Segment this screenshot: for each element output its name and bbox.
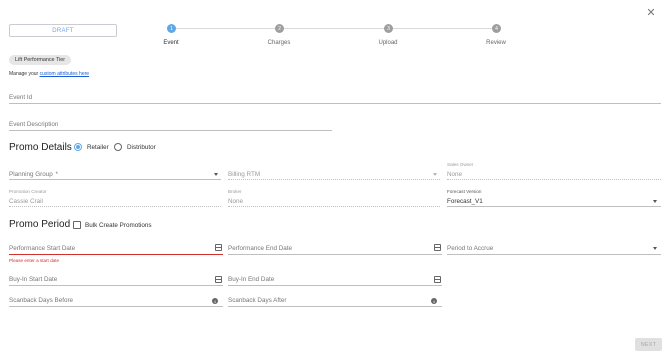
custom-attributes-link[interactable]: custom attributes here — [40, 71, 89, 77]
sales-owner-value: None — [447, 171, 463, 178]
step-1-indicator[interactable]: 1 — [167, 24, 176, 33]
period-to-accrue-select[interactable] — [447, 254, 661, 255]
forecast-version-value[interactable]: Forecast_V1 — [447, 198, 483, 205]
scanback-days-after-input[interactable] — [228, 306, 442, 307]
stepper-connector — [175, 28, 275, 29]
distributor-radio-label[interactable]: Distributor — [127, 144, 156, 151]
billing-rtm-dropdown-icon — [433, 173, 437, 176]
scanback-days-before-label: Scanback Days Before — [9, 297, 74, 304]
event-description-input[interactable] — [9, 130, 332, 131]
promo-details-title: Promo Details — [9, 142, 72, 153]
buy-in-end-date-input[interactable] — [228, 285, 442, 286]
promotion-creator-value: Cassie Crail — [9, 198, 43, 205]
planning-group-select[interactable] — [9, 179, 221, 180]
performance-start-date-error: Please enter a start date — [9, 258, 60, 263]
forecast-version-label: Forecast Version — [447, 189, 482, 194]
distributor-radio[interactable] — [114, 143, 122, 151]
close-icon[interactable]: ✕ — [645, 7, 657, 19]
status-badge: DRAFT — [9, 24, 117, 37]
broker-label: Broker — [228, 189, 242, 194]
broker-value: None — [228, 198, 244, 205]
performance-start-date-input[interactable] — [9, 254, 223, 255]
promo-period-title: Promo Period — [9, 219, 71, 230]
retailer-radio[interactable] — [74, 143, 82, 151]
planning-group-label: Planning Group — [9, 171, 53, 178]
calendar-icon[interactable] — [434, 276, 441, 283]
scanback-days-after-label: Scanback Days After — [228, 297, 287, 304]
info-icon[interactable]: i — [431, 298, 437, 304]
period-to-accrue-dropdown-icon[interactable] — [653, 247, 657, 250]
forecast-version-dropdown-icon[interactable] — [653, 200, 657, 203]
performance-end-date-label: Performance End Date — [228, 245, 293, 252]
promotion-creator-label: Promotion Creator — [9, 189, 47, 194]
buy-in-start-date-label: Buy-In Start Date — [9, 276, 58, 283]
promotion-creator-field — [9, 206, 221, 207]
scanback-days-before-input[interactable] — [9, 306, 223, 307]
event-id-input[interactable] — [9, 103, 661, 104]
step-3-indicator[interactable]: 3 — [384, 24, 393, 33]
event-description-label: Event Description — [9, 121, 59, 128]
calendar-icon[interactable] — [434, 244, 441, 251]
step-2-indicator[interactable]: 2 — [275, 24, 284, 33]
lift-performance-tier-chip[interactable]: Lift Performance Tier — [9, 55, 72, 65]
retailer-radio-label[interactable]: Retailer — [87, 144, 109, 151]
info-icon[interactable]: i — [212, 298, 218, 304]
custom-attributes-prefix: Manage your — [9, 71, 40, 77]
calendar-icon[interactable] — [215, 276, 222, 283]
stepper-connector — [392, 28, 492, 29]
billing-rtm-label: Billing RTM — [228, 171, 261, 178]
stepper-connector — [284, 28, 384, 29]
bulk-create-label[interactable]: Bulk Create Promotions — [85, 222, 152, 229]
performance-end-date-input[interactable] — [228, 254, 442, 255]
broker-field — [228, 206, 440, 207]
step-4-label: Review — [486, 40, 506, 46]
required-mark: * — [55, 171, 58, 178]
calendar-icon[interactable] — [215, 244, 222, 251]
billing-rtm-select — [228, 179, 440, 180]
planning-group-field[interactable]: Planning Group * — [9, 171, 58, 178]
custom-attributes-note: Manage your custom attributes here — [9, 71, 89, 77]
buy-in-end-date-label: Buy-In End Date — [228, 276, 275, 283]
period-to-accrue-label: Period to Accrue — [447, 245, 494, 252]
next-button[interactable]: NEXT — [635, 338, 662, 351]
bulk-create-checkbox[interactable] — [73, 221, 81, 229]
step-3-label: Upload — [378, 40, 398, 46]
planning-group-dropdown-icon[interactable] — [214, 173, 218, 176]
step-2-label: Charges — [267, 40, 291, 46]
sales-owner-label: Sales Owner — [447, 162, 474, 167]
step-1-label: Event — [163, 40, 179, 46]
buy-in-start-date-input[interactable] — [9, 285, 223, 286]
forecast-version-select[interactable] — [447, 206, 661, 207]
event-id-label: Event Id — [9, 94, 33, 101]
performance-start-date-label: Performance Start Date — [9, 245, 76, 252]
step-4-indicator[interactable]: 4 — [492, 24, 501, 33]
sales-owner-field — [447, 179, 661, 180]
